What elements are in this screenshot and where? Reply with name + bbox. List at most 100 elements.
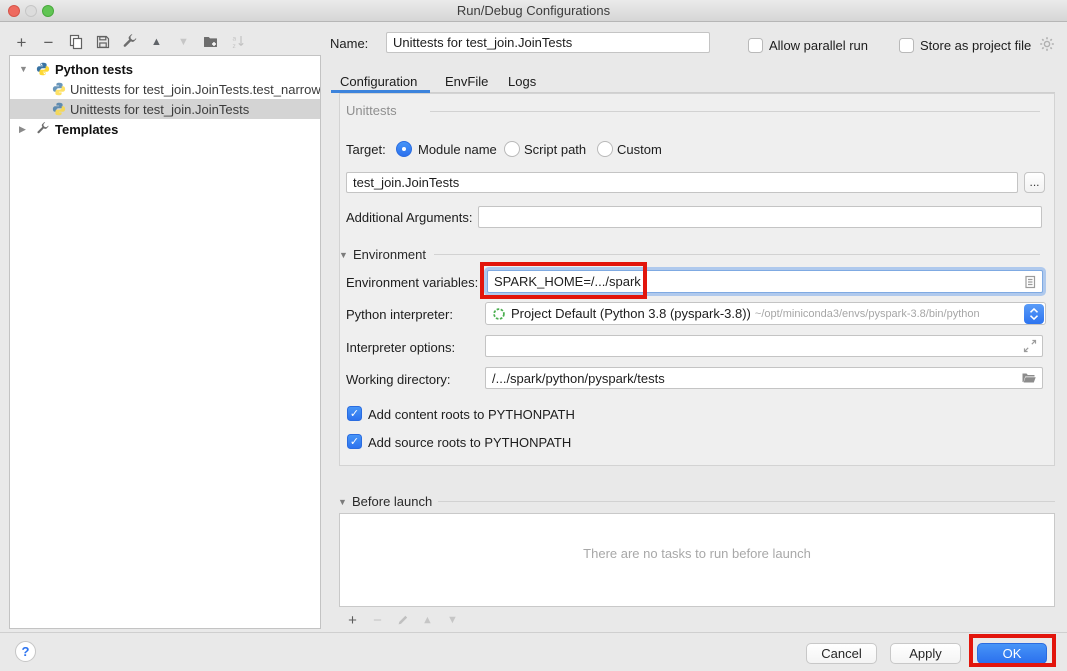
interpreter-options-label: Interpreter options:: [346, 340, 455, 355]
python-icon: [36, 62, 50, 76]
before-launch-collapse-icon[interactable]: ▼: [338, 497, 347, 507]
window-title: Run/Debug Configurations: [0, 0, 1067, 21]
tree-node-jointests-selected[interactable]: Unittests for test_join.JoinTests: [10, 99, 320, 119]
run-debug-configurations-dialog: Run/Debug Configurations + − ▲ ▼: [0, 0, 1067, 671]
add-icon: +: [17, 34, 27, 51]
tab-configuration[interactable]: Configuration: [340, 74, 417, 89]
sort-alphabetically-icon: a z: [230, 34, 246, 50]
additional-arguments-label: Additional Arguments:: [346, 210, 472, 225]
working-directory-input[interactable]: [485, 367, 1043, 389]
tree-node-python-tests[interactable]: ▼ Python tests: [10, 59, 320, 79]
edit-task-button[interactable]: [390, 609, 415, 631]
target-script-path-label: Script path: [524, 142, 586, 157]
python-test-icon: [52, 102, 66, 116]
allow-parallel-run-label: Allow parallel run: [769, 38, 868, 53]
add-configuration-button[interactable]: +: [8, 31, 35, 53]
chevron-up-down-icon: [1028, 307, 1040, 321]
tree-node-label: Templates: [55, 122, 118, 137]
store-as-project-file-label: Store as project file: [920, 38, 1031, 53]
interpreter-options-input[interactable]: [485, 335, 1043, 357]
environment-section-title: Environment: [353, 247, 426, 262]
section-divider: [434, 254, 1040, 255]
wrench-icon: [122, 34, 138, 50]
move-up-icon: ▼: [422, 614, 433, 626]
copy-configuration-button[interactable]: [62, 31, 89, 53]
tree-node-templates[interactable]: ▶ Templates: [10, 119, 320, 139]
help-button[interactable]: ?: [15, 641, 36, 662]
save-icon: [95, 34, 111, 50]
tree-node-label: Unittests for test_join.JoinTests: [70, 102, 321, 117]
before-launch-empty-text: There are no tasks to run before launch: [340, 546, 1054, 561]
new-folder-button[interactable]: [197, 31, 224, 53]
python-interpreter-select[interactable]: Project Default (Python 3.8 (pyspark-3.8…: [485, 302, 1046, 325]
sort-configurations-button[interactable]: a z: [224, 31, 251, 53]
interpreter-dropdown-stepper[interactable]: [1024, 304, 1044, 324]
store-as-project-file-checkbox[interactable]: [899, 38, 914, 53]
remove-icon: −: [373, 613, 382, 628]
add-source-roots-checkbox[interactable]: ✓: [347, 434, 362, 449]
environment-collapse-icon[interactable]: ▼: [339, 250, 348, 260]
additional-arguments-input[interactable]: [478, 206, 1042, 228]
name-label: Name:: [330, 36, 368, 51]
move-task-up-button[interactable]: ▼: [415, 609, 440, 631]
name-input[interactable]: [386, 32, 710, 53]
move-up-button[interactable]: ▲: [143, 31, 170, 53]
copy-icon: [68, 34, 84, 50]
environment-variables-label: Environment variables:: [346, 275, 478, 290]
before-launch-task-list: There are no tasks to run before launch: [339, 513, 1055, 607]
target-script-path-radio[interactable]: [504, 141, 520, 157]
add-task-button[interactable]: +: [340, 609, 365, 631]
tree-collapsed-icon[interactable]: ▶: [19, 124, 26, 135]
title-bar: Run/Debug Configurations: [0, 0, 1067, 22]
target-module-name-radio[interactable]: [396, 141, 412, 157]
section-divider: [430, 111, 1040, 112]
add-icon: +: [348, 613, 357, 628]
gear-icon[interactable]: [1039, 36, 1055, 52]
tree-expanded-icon[interactable]: ▼: [19, 64, 28, 74]
tree-node-label: Python tests: [55, 62, 133, 77]
ok-button[interactable]: OK: [977, 643, 1047, 664]
allow-parallel-run-checkbox[interactable]: [748, 38, 763, 53]
remove-task-button[interactable]: −: [365, 609, 390, 631]
unittests-section-title: Unittests: [346, 103, 397, 118]
before-launch-toolbar: + − ▼ ▼: [340, 609, 465, 631]
configurations-toolbar: + − ▲ ▼: [8, 31, 251, 53]
move-task-down-button[interactable]: ▼: [440, 609, 465, 631]
section-divider: [438, 501, 1055, 502]
pencil-icon: [396, 613, 410, 627]
conda-environment-icon: [492, 307, 506, 321]
move-down-button[interactable]: ▼: [170, 31, 197, 53]
target-label: Target:: [346, 142, 386, 157]
move-up-icon: ▲: [151, 36, 162, 48]
save-configuration-button[interactable]: [89, 31, 116, 53]
move-down-icon: ▼: [447, 614, 458, 626]
target-custom-label: Custom: [617, 142, 662, 157]
python-interpreter-value: Project Default (Python 3.8 (pyspark-3.8…: [511, 306, 751, 321]
apply-button[interactable]: Apply: [890, 643, 961, 664]
add-content-roots-label: Add content roots to PYTHONPATH: [368, 407, 575, 422]
add-source-roots-label: Add source roots to PYTHONPATH: [368, 435, 571, 450]
tree-node-label: Unittests for test_join.JoinTests.test_n…: [70, 82, 321, 97]
browse-module-button[interactable]: ...: [1024, 172, 1045, 193]
cancel-button[interactable]: Cancel: [806, 643, 877, 664]
svg-text:z: z: [232, 43, 235, 50]
svg-text:a: a: [232, 36, 236, 43]
configurations-tree: ▼ Python tests Unittests for test_join.J…: [9, 55, 321, 629]
module-name-input[interactable]: [346, 172, 1018, 193]
add-content-roots-checkbox[interactable]: ✓: [347, 406, 362, 421]
before-launch-section-title: Before launch: [352, 494, 432, 509]
templates-wrench-icon: [36, 122, 50, 136]
tab-logs[interactable]: Logs: [508, 74, 536, 89]
python-interpreter-label: Python interpreter:: [346, 307, 453, 322]
python-test-icon: [52, 82, 66, 96]
footer-divider: [0, 632, 1067, 633]
remove-configuration-button[interactable]: −: [35, 31, 62, 53]
tab-envfile[interactable]: EnvFile: [445, 74, 488, 89]
move-down-icon: ▼: [178, 36, 189, 48]
environment-variables-input[interactable]: [487, 270, 1043, 293]
working-directory-label: Working directory:: [346, 372, 451, 387]
edit-templates-button[interactable]: [116, 31, 143, 53]
target-module-name-label: Module name: [418, 142, 497, 157]
target-custom-radio[interactable]: [597, 141, 613, 157]
tree-node-test-narrow[interactable]: Unittests for test_join.JoinTests.test_n…: [10, 79, 320, 99]
